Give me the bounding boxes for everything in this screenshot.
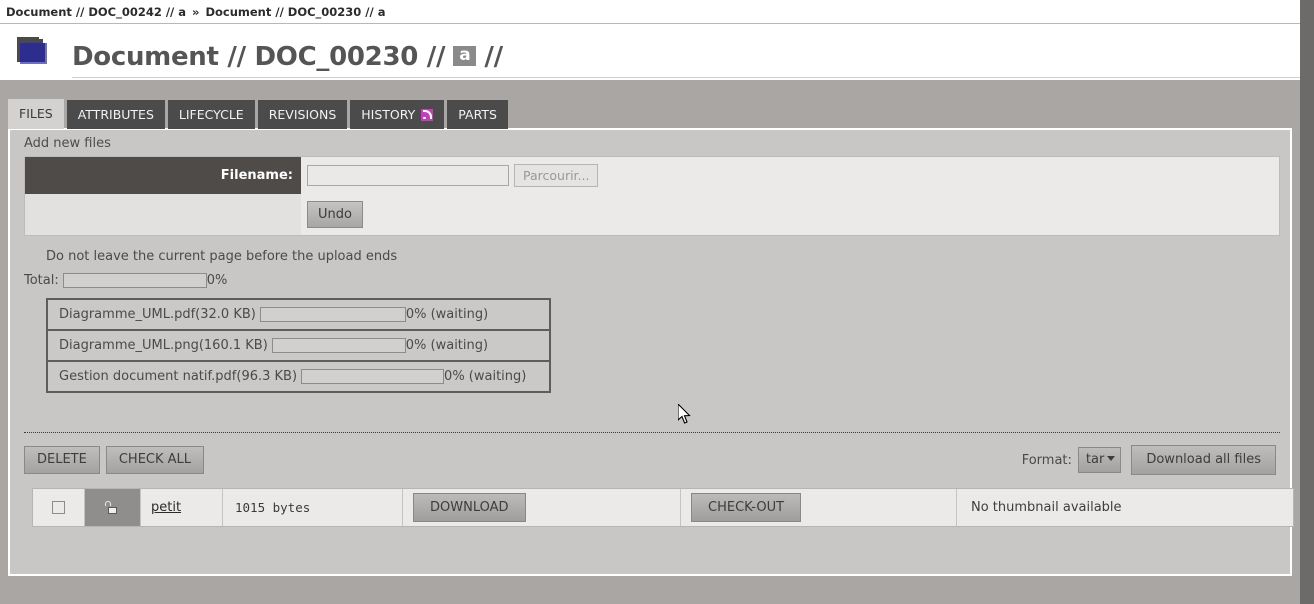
tab-parts[interactable]: PARTS [447, 100, 508, 129]
table-row-download-cell: DOWNLOAD [403, 489, 681, 526]
tab-lifecycle[interactable]: LIFECYCLE [167, 100, 255, 129]
upload-item-name: Diagramme_UML.pdf [59, 307, 196, 322]
upload-queue-item: Gestion document natif.pdf (96.3 KB) 0% … [46, 360, 551, 393]
upload-item-status: 0% (waiting) [405, 338, 489, 353]
upload-queue-item: Diagramme_UML.pdf (32.0 KB) 0% (waiting) [46, 298, 551, 331]
upload-queue-item: Diagramme_UML.png (160.1 KB) 0% (waiting… [46, 329, 551, 362]
tab-revisions-label: REVISIONS [268, 107, 337, 123]
browse-button[interactable]: Parcourir... [514, 164, 599, 187]
total-progress-bar [62, 273, 207, 288]
tab-history-label: HISTORY [361, 107, 416, 123]
breadcrumb-item-current[interactable]: Document // DOC_00230 // a [205, 5, 385, 19]
filename-row: Filename: Parcourir... [25, 157, 1279, 194]
upload-warning-text: Do not leave the current page before the… [46, 249, 398, 264]
download-all-files-button[interactable]: Download all files [1131, 445, 1276, 476]
check-out-button[interactable]: CHECK-OUT [691, 493, 802, 522]
tab-files[interactable]: FILES [8, 99, 64, 129]
files-panel: Add new files Filename: Parcourir... Und… [8, 128, 1294, 576]
undo-button[interactable]: Undo [307, 201, 363, 228]
tab-parts-label: PARTS [458, 107, 497, 123]
upload-item-status: 0% (waiting) [444, 369, 527, 384]
tab-history[interactable]: HISTORY [350, 100, 445, 129]
upload-item-size: (32.0 KB) [195, 307, 256, 322]
undo-row-spacer [25, 194, 301, 235]
format-label: Format: [1021, 452, 1072, 468]
upload-item-progress-bar [271, 338, 406, 353]
format-select-value: tar [1085, 452, 1105, 468]
delete-button[interactable]: DELETE [24, 446, 100, 475]
upload-queue: Diagramme_UML.pdf (32.0 KB) 0% (waiting)… [46, 298, 551, 393]
upload-item-status: 0% (waiting) [405, 307, 489, 322]
upload-item-progress-bar [301, 369, 445, 384]
upload-item-progress-bar [259, 307, 406, 322]
document-folder-icon [16, 37, 50, 67]
filename-input[interactable] [307, 165, 509, 186]
tab-bar: FILES ATTRIBUTES LIFECYCLE REVISIONS HIS… [8, 99, 508, 129]
page-title-text: Document // DOC_00230 // [72, 42, 446, 72]
page-title: Document // DOC_00230 // a // [72, 44, 503, 75]
breadcrumb-separator: » [192, 4, 200, 19]
check-all-button[interactable]: CHECK ALL [105, 446, 205, 475]
table-row-thumbnail-cell: No thumbnail available [957, 489, 1293, 526]
page-header: Document // DOC_00230 // a // [0, 24, 1300, 80]
table-row-lock-cell[interactable] [85, 489, 141, 526]
table-row-name-cell: petit [141, 489, 223, 526]
status-badge: a [453, 45, 477, 67]
undo-row: Undo [25, 194, 1279, 235]
section-divider [24, 432, 1280, 433]
add-new-files-form: Filename: Parcourir... Undo [24, 156, 1280, 236]
tab-lifecycle-label: LIFECYCLE [178, 107, 244, 123]
tab-attributes-label: ATTRIBUTES [77, 107, 154, 123]
application-window: Document // DOC_00242 // a » Document //… [0, 0, 1314, 604]
add-new-files-label: Add new files [24, 136, 111, 151]
row-select-checkbox[interactable] [52, 501, 65, 514]
total-progress-row: Total: 0% [10, 264, 1290, 288]
download-button[interactable]: DOWNLOAD [413, 493, 526, 522]
rss-feed-icon[interactable] [421, 109, 434, 121]
upload-item-size: (160.1 KB) [198, 338, 268, 353]
upload-item-name: Gestion document natif.pdf [59, 369, 237, 384]
files-table: petit 1015 bytes DOWNLOAD CHECK-OUT No t… [32, 488, 1294, 527]
filename-label: Filename: [25, 157, 301, 194]
file-name-link[interactable]: petit [151, 500, 181, 515]
tab-revisions[interactable]: REVISIONS [257, 100, 348, 129]
total-progress-percent: 0% [206, 273, 228, 288]
breadcrumb: Document // DOC_00242 // a » Document //… [0, 0, 1300, 24]
tab-files-label: FILES [19, 106, 53, 122]
tab-attributes[interactable]: ATTRIBUTES [66, 100, 165, 129]
breadcrumb-item-parent[interactable]: Document // DOC_00242 // a [6, 5, 186, 19]
upload-item-name: Diagramme_UML.png [59, 338, 199, 353]
table-row-size-cell: 1015 bytes [223, 489, 403, 526]
files-toolbar: DELETE CHECK ALL Format: tar Download al… [10, 445, 1290, 476]
page-title-suffix: // [484, 42, 503, 72]
total-progress-label: Total: [24, 273, 59, 288]
upload-item-size: (96.3 KB) [236, 369, 298, 384]
window-right-edge [1300, 0, 1314, 604]
unlocked-padlock-icon [105, 501, 119, 514]
table-row-checkbox-cell [33, 489, 85, 526]
table-row-checkout-cell: CHECK-OUT [681, 489, 957, 526]
format-select[interactable]: tar [1077, 447, 1122, 473]
chevron-down-icon [1107, 456, 1116, 462]
